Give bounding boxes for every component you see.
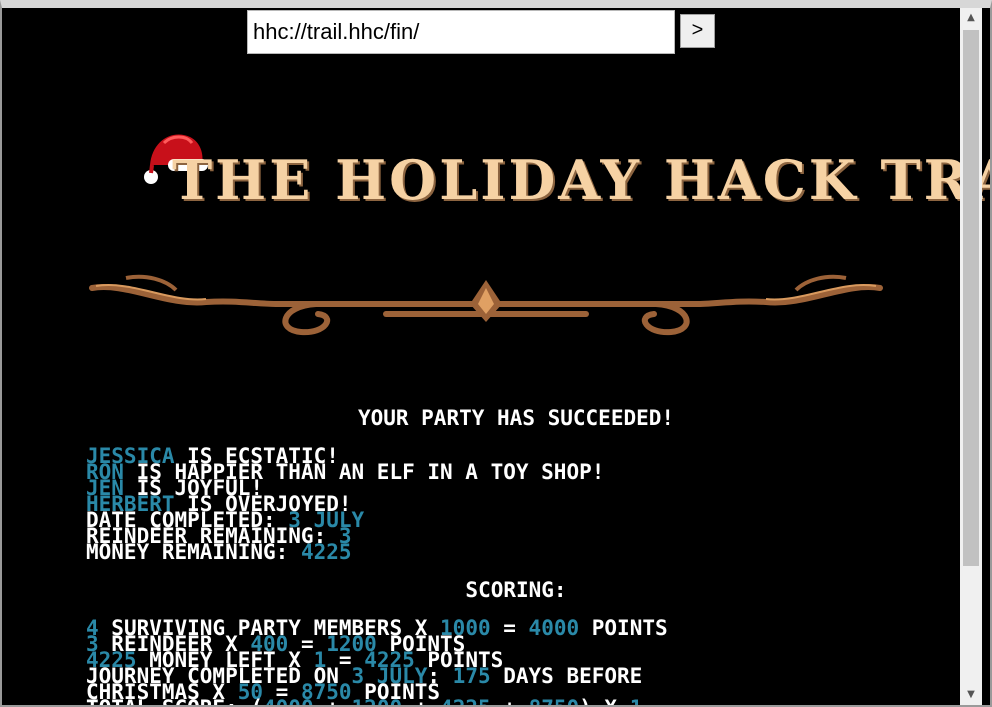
money-remaining-value: 4225 [300, 540, 352, 564]
score-text: ) X [579, 696, 630, 706]
score-plus: + [491, 696, 529, 706]
vertical-scrollbar[interactable]: ▲ ▼ [960, 8, 982, 705]
total-score-line: TOTAL SCORE: (4000 + 1200 + 4225 + 8750)… [86, 698, 946, 706]
ornament-divider-icon [89, 274, 883, 336]
url-input[interactable]: hhc://trail.hhc/fin/ [247, 10, 675, 54]
score-term: 8750 [529, 696, 580, 706]
scroll-down-arrow-icon[interactable]: ▼ [960, 685, 982, 705]
browser-viewport: hhc://trail.hhc/fin/ > THE HOLIDAY HACK … [0, 0, 992, 707]
score-term: 4000 [263, 696, 314, 706]
score-plus: + [402, 696, 440, 706]
money-remaining-label: MONEY REMAINING: [86, 540, 301, 564]
scoring-heading: SCORING: [465, 578, 567, 602]
score-plus: + [314, 696, 352, 706]
success-heading: YOUR PARTY HAS SUCCEEDED! [357, 406, 675, 430]
scroll-up-arrow-icon[interactable]: ▲ [960, 8, 982, 28]
go-button[interactable]: > [680, 14, 715, 48]
score-term: 1200 [352, 696, 403, 706]
score-term: 4225 [440, 696, 491, 706]
game-title: THE HOLIDAY HACK TRAIL [172, 148, 990, 212]
score-term: 1 [630, 696, 643, 706]
scroll-thumb[interactable] [963, 30, 979, 566]
money-remaining-line: MONEY REMAINING: 4225 [86, 542, 946, 563]
score-text: TOTAL SCORE: ( [86, 696, 263, 706]
